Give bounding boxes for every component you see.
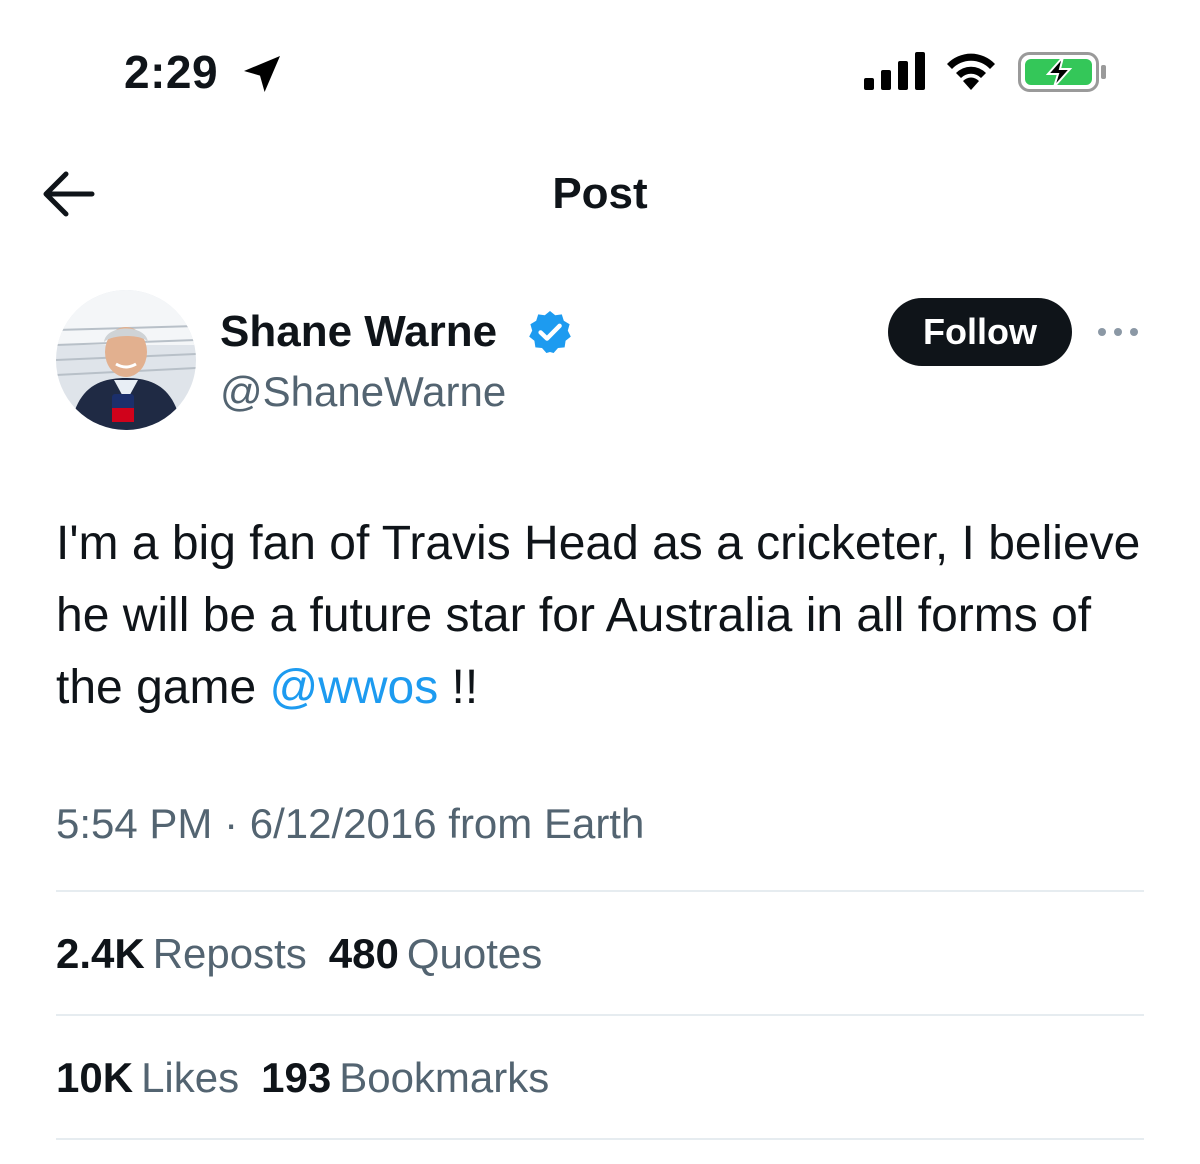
- bookmarks-stat[interactable]: 193 Bookmarks: [261, 1054, 549, 1101]
- reposts-stat[interactable]: 2.4K Reposts: [56, 930, 307, 977]
- reposts-label: Reposts: [152, 930, 307, 977]
- divider: [56, 890, 1144, 892]
- tweet-source: from Earth: [436, 800, 645, 847]
- tweet-timestamp: 5:54 PM · 6/12/2016 from Earth: [56, 798, 644, 850]
- likes-stat[interactable]: 10K Likes: [56, 1054, 239, 1101]
- author-name[interactable]: Shane Warne: [220, 306, 497, 358]
- bookmarks-label: Bookmarks: [339, 1054, 550, 1101]
- avatar[interactable]: [56, 290, 196, 430]
- tweet-text-body: I'm a big fan of Travis Head as a cricke…: [56, 517, 1141, 714]
- more-options-icon[interactable]: [1096, 320, 1140, 344]
- likes-label: Likes: [141, 1054, 240, 1101]
- stats-row-likes: 10K Likes 193 Bookmarks: [56, 1052, 571, 1104]
- tweet-text: I'm a big fan of Travis Head as a cricke…: [56, 508, 1156, 724]
- tweet-text-end: !!: [438, 661, 479, 714]
- quotes-count: 480: [328, 930, 399, 977]
- author-handle[interactable]: @ShaneWarne: [220, 366, 506, 418]
- quotes-stat[interactable]: 480 Quotes: [329, 930, 543, 977]
- meta-separator: ·: [212, 800, 250, 847]
- status-time: 2:29: [124, 46, 219, 98]
- likes-count: 10K: [56, 1054, 134, 1101]
- stats-row-reposts: 2.4K Reposts 480 Quotes: [56, 928, 564, 980]
- quotes-label: Quotes: [406, 930, 543, 977]
- page-title: Post: [552, 169, 648, 218]
- follow-button[interactable]: Follow: [888, 298, 1072, 366]
- battery-charging-icon: [1018, 52, 1106, 92]
- location-arrow-icon: [244, 56, 280, 92]
- cellular-signal-icon: [864, 52, 925, 90]
- wifi-icon: [947, 53, 995, 90]
- divider: [56, 1138, 1144, 1140]
- tweet-date[interactable]: 6/12/2016: [250, 800, 437, 847]
- bookmarks-count: 193: [261, 1054, 332, 1101]
- tweet-time[interactable]: 5:54 PM: [56, 800, 212, 847]
- reposts-count: 2.4K: [56, 930, 145, 977]
- mention-link[interactable]: @wwos: [269, 661, 438, 714]
- verified-badge-icon: [529, 311, 571, 353]
- divider: [56, 1014, 1144, 1016]
